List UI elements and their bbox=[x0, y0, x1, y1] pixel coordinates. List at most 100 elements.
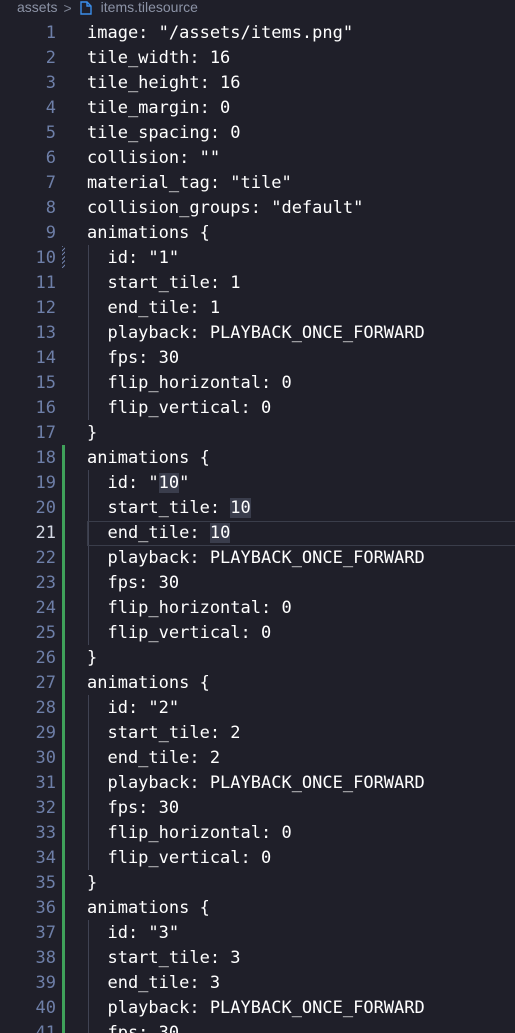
line-number: 37 bbox=[35, 923, 56, 943]
code-line[interactable]: 27 animations { bbox=[0, 671, 515, 696]
code-text[interactable]: } bbox=[87, 646, 97, 671]
code-line[interactable]: 33 flip_horizontal: 0 bbox=[0, 821, 515, 846]
code-text[interactable]: id: "1" bbox=[87, 246, 179, 271]
line-number: 21 bbox=[35, 523, 56, 543]
code-line[interactable]: 19 id: "10" bbox=[0, 471, 515, 496]
code-line[interactable]: 5 tile_spacing: 0 bbox=[0, 121, 515, 146]
code-text[interactable]: playback: PLAYBACK_ONCE_FORWARD bbox=[87, 771, 424, 796]
code-text[interactable]: fps: 30 bbox=[87, 796, 179, 821]
code-line[interactable]: 10 id: "1" bbox=[0, 246, 515, 271]
code-line[interactable]: 14 fps: 30 bbox=[0, 346, 515, 371]
code-text[interactable]: start_tile: 1 bbox=[87, 271, 240, 296]
line-number: 23 bbox=[35, 573, 56, 593]
line-number: 6 bbox=[45, 148, 56, 168]
code-line[interactable]: 3 tile_height: 16 bbox=[0, 71, 515, 96]
code-text[interactable]: playback: PLAYBACK_ONCE_FORWARD bbox=[87, 996, 424, 1021]
code-line[interactable]: 37 id: "3" bbox=[0, 921, 515, 946]
code-line[interactable]: 6 collision: "" bbox=[0, 146, 515, 171]
line-number: 3 bbox=[45, 73, 56, 93]
code-line[interactable]: 15 flip_horizontal: 0 bbox=[0, 371, 515, 396]
code-text[interactable]: fps: 30 bbox=[87, 571, 179, 596]
code-line[interactable]: 16 flip_vertical: 0 bbox=[0, 396, 515, 421]
code-line[interactable]: 18 animations { bbox=[0, 446, 515, 471]
line-number: 14 bbox=[35, 348, 56, 368]
code-line[interactable]: 24 flip_horizontal: 0 bbox=[0, 596, 515, 621]
code-text[interactable]: collision_groups: "default" bbox=[87, 196, 363, 221]
code-text[interactable]: animations { bbox=[87, 896, 210, 921]
code-text[interactable]: image: "/assets/items.png" bbox=[87, 21, 353, 46]
line-number: 15 bbox=[35, 373, 56, 393]
code-line[interactable]: 25 flip_vertical: 0 bbox=[0, 621, 515, 646]
line-number: 27 bbox=[35, 673, 56, 693]
code-line[interactable]: 39 end_tile: 3 bbox=[0, 971, 515, 996]
code-text[interactable]: start_tile: 2 bbox=[87, 721, 240, 746]
code-text[interactable]: flip_vertical: 0 bbox=[87, 621, 271, 646]
code-line[interactable]: 17} bbox=[0, 421, 515, 446]
code-text[interactable]: flip_vertical: 0 bbox=[87, 846, 271, 871]
file-icon bbox=[79, 1, 92, 15]
code-text[interactable]: playback: PLAYBACK_ONCE_FORWARD bbox=[87, 321, 424, 346]
code-text[interactable]: id: "2" bbox=[87, 696, 179, 721]
code-text[interactable]: animations { bbox=[87, 221, 210, 246]
code-line[interactable]: 40 playback: PLAYBACK_ONCE_FORWARD bbox=[0, 996, 515, 1021]
code-text[interactable]: collision: "" bbox=[87, 146, 220, 171]
code-text[interactable]: material_tag: "tile" bbox=[87, 171, 292, 196]
code-line[interactable]: 38 start_tile: 3 bbox=[0, 946, 515, 971]
code-line[interactable]: 36 animations { bbox=[0, 896, 515, 921]
code-text[interactable]: animations { bbox=[87, 671, 210, 696]
code-line[interactable]: 20 start_tile: 10 bbox=[0, 496, 515, 521]
line-number: 8 bbox=[45, 198, 56, 218]
code-text[interactable]: end_tile: 3 bbox=[87, 971, 220, 996]
code-line[interactable]: 13 playback: PLAYBACK_ONCE_FORWARD bbox=[0, 321, 515, 346]
line-number: 1 bbox=[45, 23, 56, 43]
code-line[interactable]: 31 playback: PLAYBACK_ONCE_FORWARD bbox=[0, 771, 515, 796]
code-line[interactable]: 21 end_tile: 10 bbox=[0, 521, 515, 546]
code-line[interactable]: 11 start_tile: 1 bbox=[0, 271, 515, 296]
line-number: 24 bbox=[35, 598, 56, 618]
code-line[interactable]: 23 fps: 30 bbox=[0, 571, 515, 596]
code-text[interactable]: fps: 30 bbox=[87, 1021, 179, 1033]
code-line[interactable]: 30 end_tile: 2 bbox=[0, 746, 515, 771]
code-line[interactable]: 2 tile_width: 16 bbox=[0, 46, 515, 71]
code-text[interactable]: tile_height: 16 bbox=[87, 71, 241, 96]
code-text[interactable]: tile_width: 16 bbox=[87, 46, 230, 71]
line-number: 16 bbox=[35, 398, 56, 418]
code-text[interactable]: end_tile: 2 bbox=[87, 746, 220, 771]
code-text[interactable]: flip_horizontal: 0 bbox=[87, 821, 291, 846]
code-editor[interactable]: 1 image: "/assets/items.png" 2 tile_width: … bbox=[0, 20, 515, 1033]
code-text[interactable]: id: "10" bbox=[87, 471, 189, 496]
code-text[interactable]: end_tile: 10 bbox=[87, 521, 231, 546]
code-line[interactable]: 22 playback: PLAYBACK_ONCE_FORWARD bbox=[0, 546, 515, 571]
code-line[interactable]: 35} bbox=[0, 871, 515, 896]
code-text[interactable]: animations { bbox=[87, 446, 210, 471]
code-line[interactable]: 12 end_tile: 1 bbox=[0, 296, 515, 321]
code-text[interactable]: playback: PLAYBACK_ONCE_FORWARD bbox=[87, 546, 424, 571]
line-number: 2 bbox=[45, 48, 56, 68]
breadcrumb-folder-assets[interactable]: assets bbox=[17, 0, 57, 15]
code-text[interactable]: tile_margin: 0 bbox=[87, 96, 230, 121]
code-line[interactable]: 1 image: "/assets/items.png" bbox=[0, 21, 515, 46]
line-number: 29 bbox=[35, 723, 56, 743]
code-text[interactable]: flip_vertical: 0 bbox=[87, 396, 271, 421]
code-text[interactable]: flip_horizontal: 0 bbox=[87, 596, 291, 621]
code-line[interactable]: 9 animations { bbox=[0, 221, 515, 246]
code-text[interactable]: fps: 30 bbox=[87, 346, 179, 371]
code-text[interactable]: tile_spacing: 0 bbox=[87, 121, 241, 146]
code-text[interactable]: end_tile: 1 bbox=[87, 296, 220, 321]
breadcrumb-file-items-tilesource[interactable]: items.tilesource bbox=[101, 0, 198, 15]
code-text[interactable]: start_tile: 3 bbox=[87, 946, 240, 971]
code-line[interactable]: 8 collision_groups: "default" bbox=[0, 196, 515, 221]
code-text[interactable]: flip_horizontal: 0 bbox=[87, 371, 291, 396]
code-text[interactable]: start_tile: 10 bbox=[87, 496, 251, 521]
code-line[interactable]: 28 id: "2" bbox=[0, 696, 515, 721]
code-line[interactable]: 29 start_tile: 2 bbox=[0, 721, 515, 746]
code-line[interactable]: 32 fps: 30 bbox=[0, 796, 515, 821]
code-line[interactable]: 4 tile_margin: 0 bbox=[0, 96, 515, 121]
code-text[interactable]: } bbox=[87, 871, 97, 896]
code-line[interactable]: 41 fps: 30 bbox=[0, 1021, 515, 1033]
code-text[interactable]: } bbox=[87, 421, 97, 446]
code-line[interactable]: 7 material_tag: "tile" bbox=[0, 171, 515, 196]
code-line[interactable]: 26} bbox=[0, 646, 515, 671]
code-line[interactable]: 34 flip_vertical: 0 bbox=[0, 846, 515, 871]
code-text[interactable]: id: "3" bbox=[87, 921, 179, 946]
